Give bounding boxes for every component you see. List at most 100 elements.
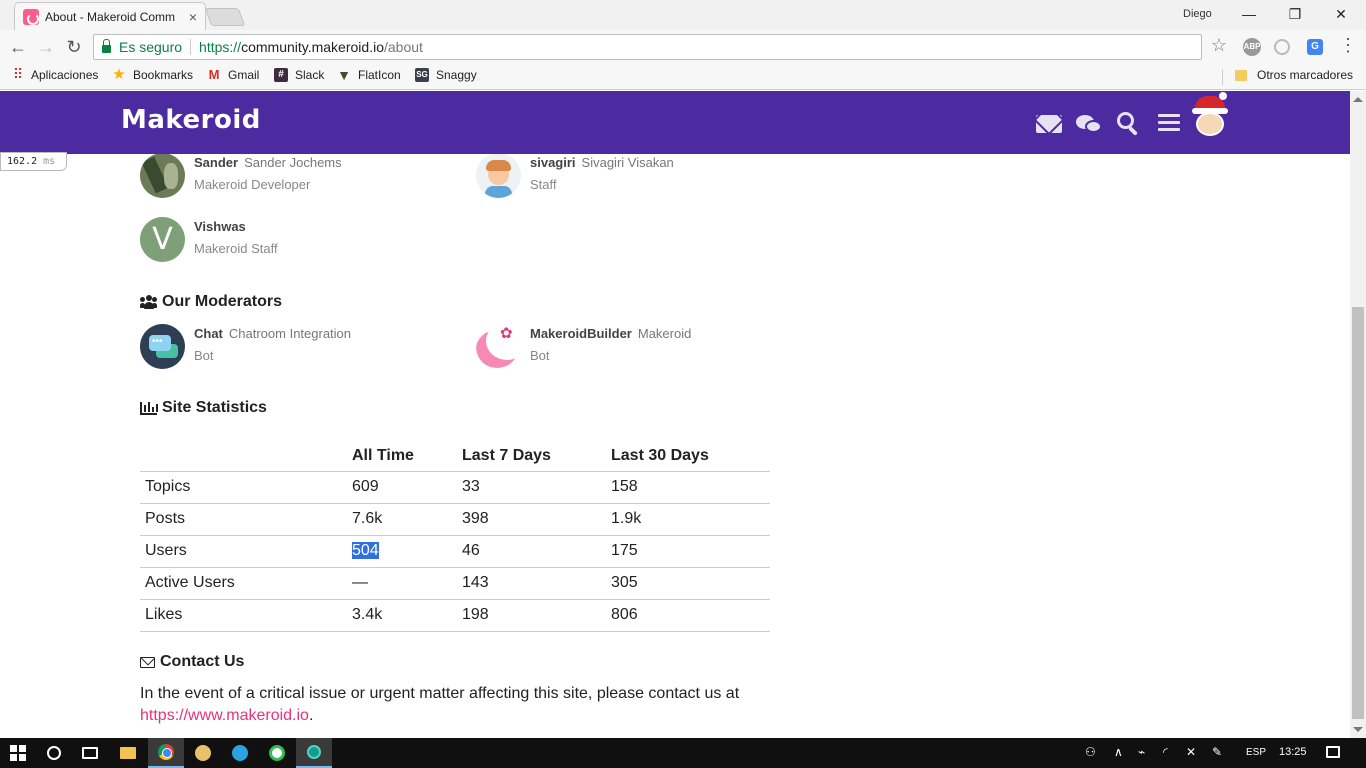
browser-tab[interactable]: About - Makeroid Comm ×	[14, 2, 206, 30]
avatar-face	[1196, 112, 1224, 136]
username-link[interactable]: Vishwas	[194, 219, 246, 234]
address-bar[interactable]: Es seguro https:// community.makeroid.io…	[93, 34, 1202, 60]
forward-button[interactable]: →	[32, 37, 60, 58]
person-name-line: MakeroidBuilder Makeroid	[530, 326, 691, 341]
search-icon[interactable]	[1117, 112, 1145, 140]
minimize-button[interactable]: —	[1234, 4, 1264, 24]
contact-link[interactable]: https://www.makeroid.io	[140, 707, 309, 724]
page-scrollbar[interactable]	[1350, 91, 1366, 738]
current-user-avatar[interactable]	[1190, 92, 1230, 138]
system-clock[interactable]: 13:25	[1279, 746, 1307, 758]
username-link[interactable]: sivagiri	[530, 155, 576, 170]
makeroid-logo[interactable]: Makeroid	[121, 105, 261, 135]
bookmark-bookmarks[interactable]: ★ Bookmarks	[112, 67, 193, 82]
full-name: Sander Jochems	[244, 155, 342, 170]
username-link[interactable]: Chat	[194, 326, 223, 341]
taskbar-app-teal[interactable]	[296, 738, 332, 768]
tab-close-icon[interactable]: ×	[189, 9, 197, 25]
envelope-icon[interactable]	[1036, 115, 1062, 133]
section-heading-text: Contact Us	[160, 653, 245, 670]
taskbar-app-cookie[interactable]	[185, 738, 221, 768]
profiler-timer-badge[interactable]: 162.2 ms	[0, 152, 67, 171]
scrollbar-thumb[interactable]	[1352, 307, 1364, 719]
speaker-muted-icon[interactable]: ✕	[1186, 745, 1196, 759]
scroll-up-arrow-icon[interactable]	[1353, 97, 1363, 102]
row-label: Users	[140, 535, 347, 568]
bookmark-gmail[interactable]: M Gmail	[207, 68, 260, 83]
section-heading-text: Our Moderators	[162, 293, 283, 310]
contact-paragraph: In the event of a critical issue or urge…	[140, 683, 780, 727]
start-button[interactable]	[0, 738, 36, 768]
chrome-menu-icon[interactable]: ⋮	[1337, 34, 1359, 56]
people-icon[interactable]: ⚇	[1085, 745, 1096, 759]
moderators-heading: Our Moderators	[140, 293, 282, 311]
language-indicator[interactable]: ESP	[1246, 747, 1266, 758]
username-link[interactable]: Sander	[194, 155, 238, 170]
cell-last-7: 198	[457, 599, 606, 632]
column-header	[140, 444, 347, 472]
chevron-up-icon[interactable]: ∧	[1114, 745, 1123, 759]
column-header: Last 30 Days	[606, 444, 770, 472]
reload-button[interactable]: ↻	[60, 37, 88, 58]
cortana-button[interactable]	[36, 738, 72, 768]
bookmark-snaggy[interactable]: SG Snaggy	[415, 68, 477, 82]
table-header-row: All Time Last 7 Days Last 30 Days	[140, 444, 770, 472]
browser-toolbar: ← → ↻ Es seguro https:// community.maker…	[0, 30, 1366, 64]
telegram-icon	[232, 745, 248, 761]
person-name-line: Sander Sander Jochems	[194, 155, 342, 170]
bookmark-star-icon[interactable]: ☆	[1208, 34, 1230, 56]
cell-last-7: 33	[457, 471, 606, 504]
bookmark-slack[interactable]: # Slack	[274, 68, 324, 82]
bookmark-flaticon[interactable]: ▼ FlatIcon	[337, 68, 401, 82]
selected-text[interactable]: 504	[352, 542, 379, 559]
chat-bubbles-icon[interactable]	[1076, 113, 1104, 141]
avatar[interactable]: •••	[140, 324, 185, 369]
timer-value: 162.2	[7, 156, 38, 167]
chrome-profile-name[interactable]: Diego	[1183, 8, 1212, 20]
cell-last-30: 806	[606, 599, 770, 632]
avatar[interactable]	[140, 153, 185, 198]
cell-all-time: 609	[347, 471, 457, 504]
taskbar-telegram[interactable]	[222, 738, 258, 768]
tab-title: About - Makeroid Comm	[45, 9, 176, 24]
avatar[interactable]	[476, 153, 521, 198]
google-translate-icon[interactable]: G	[1307, 39, 1323, 55]
extension-ring-icon[interactable]	[1274, 39, 1290, 55]
bookmark-apps[interactable]: ⠿ Aplicaciones	[10, 67, 99, 82]
bookmark-label: Aplicaciones	[31, 68, 99, 82]
table-row: Users 504 46 175	[140, 535, 770, 568]
avatar[interactable]: ✿	[476, 324, 521, 369]
cell-all-time: 7.6k	[347, 503, 457, 536]
task-view-button[interactable]	[72, 738, 108, 768]
folder-icon	[1235, 69, 1247, 81]
back-button[interactable]: ←	[4, 37, 32, 58]
bar-chart-icon	[140, 401, 158, 415]
restore-button[interactable]: ❐	[1280, 4, 1310, 24]
adblock-plus-icon[interactable]: ABP	[1243, 38, 1261, 56]
battery-plug-icon[interactable]: ⌁	[1138, 745, 1145, 759]
taskbar-whatsapp[interactable]	[259, 738, 295, 768]
chrome-icon	[158, 744, 174, 760]
action-center-icon[interactable]	[1326, 746, 1340, 758]
taskbar-chrome[interactable]	[148, 738, 184, 768]
cortana-icon	[47, 746, 61, 760]
person-name-line: Vishwas	[194, 219, 246, 234]
wifi-icon[interactable]: ◜	[1163, 745, 1168, 759]
section-heading-text: Site Statistics	[162, 399, 267, 416]
close-window-button[interactable]: ✕	[1326, 4, 1356, 24]
new-tab-button[interactable]	[204, 8, 246, 26]
browser-title-bar: About - Makeroid Comm × Diego — ❐ ✕	[0, 0, 1366, 30]
bookmark-other-folder[interactable]: Otros marcadores	[1235, 68, 1353, 82]
pen-icon[interactable]: ✎	[1212, 745, 1222, 759]
taskbar-file-explorer[interactable]	[110, 738, 146, 768]
table-row: Posts 7.6k 398 1.9k	[140, 503, 770, 536]
hamburger-menu-icon[interactable]	[1158, 114, 1180, 132]
santa-hat-brim	[1192, 108, 1228, 114]
username-link[interactable]: MakeroidBuilder	[530, 326, 632, 341]
bookmark-label: Otros marcadores	[1257, 68, 1354, 82]
slack-icon: #	[274, 68, 288, 82]
avatar[interactable]: V	[140, 217, 185, 262]
scroll-down-arrow-icon[interactable]	[1353, 727, 1363, 732]
full-name: Makeroid	[637, 326, 692, 341]
table-row: Likes 3.4k 198 806	[140, 599, 770, 632]
